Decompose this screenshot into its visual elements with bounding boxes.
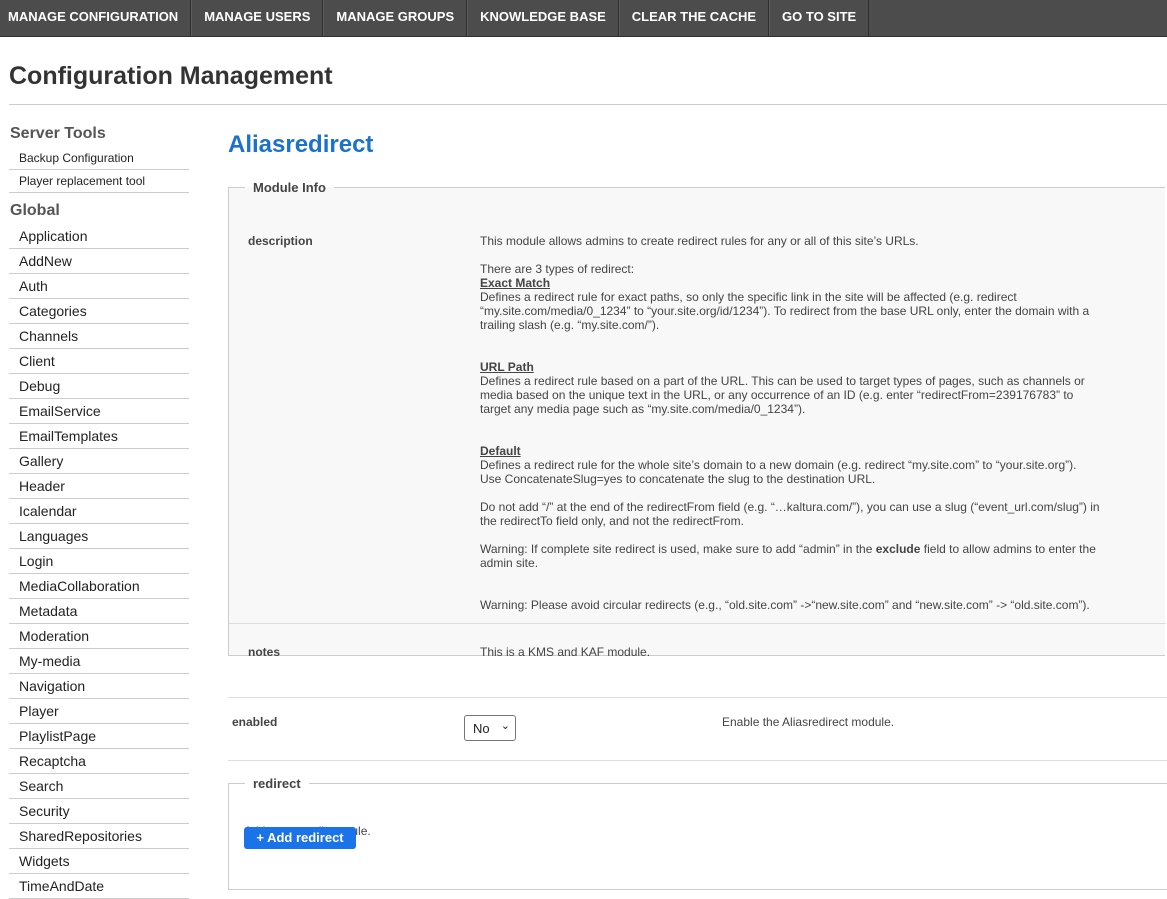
redirect-fieldset: redirect Add a new redirect rule. <box>228 776 1167 890</box>
sidebar-item-header[interactable]: Header <box>9 474 189 499</box>
nav-manage-users[interactable]: MANAGE USERS <box>191 0 324 36</box>
sidebar-item-moderation[interactable]: Moderation <box>9 624 189 649</box>
sidebar-item-languages[interactable]: Languages <box>9 524 189 549</box>
redirect-legend: redirect <box>253 776 301 791</box>
sidebar-item-playlistpage[interactable]: PlaylistPage <box>9 724 189 749</box>
sidebar: Server Tools Backup Configuration Player… <box>9 123 189 899</box>
sidebar-item-auth[interactable]: Auth <box>9 274 189 299</box>
desc-slash-note: Do not add “/” at the end of the redirec… <box>480 500 1100 528</box>
sidebar-item-my-media[interactable]: My-media <box>9 649 189 674</box>
module-info-legend: Module Info <box>253 180 326 195</box>
page-title: Configuration Management <box>9 62 333 90</box>
sidebar-heading-global: Global <box>10 202 60 219</box>
description-label: description <box>248 234 313 248</box>
sidebar-item-recaptcha[interactable]: Recaptcha <box>9 749 189 774</box>
nav-manage-configuration[interactable]: MANAGE CONFIGURATION <box>0 0 192 36</box>
module-info-fieldset: Module Info description This module allo… <box>228 180 1166 659</box>
sidebar-item-search[interactable]: Search <box>9 774 189 799</box>
sidebar-item-widgets[interactable]: Widgets <box>9 849 189 874</box>
desc-default-body: Defines a redirect rule for the whole si… <box>480 458 1077 486</box>
sidebar-item-sharedrepositories[interactable]: SharedRepositories <box>9 824 189 849</box>
sidebar-item-channels[interactable]: Channels <box>9 324 189 349</box>
top-navigation: MANAGE CONFIGURATION MANAGE USERS MANAGE… <box>0 0 1167 37</box>
sidebar-item-player[interactable]: Player <box>9 699 189 724</box>
desc-default-title: Default <box>480 444 521 458</box>
nav-manage-groups[interactable]: MANAGE GROUPS <box>323 0 468 36</box>
sidebar-item-timeanddate[interactable]: TimeAndDate <box>9 874 189 899</box>
desc-exact-body: Defines a redirect rule for exact paths,… <box>480 290 1090 332</box>
notes-label: notes <box>248 645 281 659</box>
sidebar-item-security[interactable]: Security <box>9 799 189 824</box>
sidebar-item-application[interactable]: Application <box>9 224 189 249</box>
desc-path-body: Defines a redirect rule based on a part … <box>480 374 1085 416</box>
sidebar-item-categories[interactable]: Categories <box>9 299 189 324</box>
desc-warning-exclude-pre: Warning: If complete site redirect is us… <box>480 542 876 556</box>
notes-text: This is a KMS and KAF module. <box>480 645 651 659</box>
add-redirect-button[interactable]: + Add redirect <box>244 827 356 849</box>
sidebar-item-emailservice[interactable]: EmailService <box>9 399 189 424</box>
sidebar-item-backup-configuration[interactable]: Backup Configuration <box>9 147 189 170</box>
sidebar-item-login[interactable]: Login <box>9 549 189 574</box>
sidebar-item-client[interactable]: Client <box>9 349 189 374</box>
sidebar-item-emailtemplates[interactable]: EmailTemplates <box>9 424 189 449</box>
sidebar-item-addnew[interactable]: AddNew <box>9 249 189 274</box>
desc-exact-title: Exact Match <box>480 276 551 290</box>
chevron-down-icon: ⌄ <box>500 720 510 732</box>
sidebar-heading-server-tools: Server Tools <box>10 125 106 142</box>
sidebar-item-mediacollaboration[interactable]: MediaCollaboration <box>9 574 189 599</box>
desc-intro: This module allows admins to create redi… <box>480 234 919 248</box>
enabled-select-value: No <box>473 721 490 736</box>
sidebar-item-gallery[interactable]: Gallery <box>9 449 189 474</box>
enabled-select[interactable]: No ⌄ <box>464 715 516 741</box>
sidebar-item-navigation[interactable]: Navigation <box>9 674 189 699</box>
sidebar-global-list: Application AddNew Auth Categories Channels C… <box>9 224 189 899</box>
nav-knowledge-base[interactable]: KNOWLEDGE BASE <box>467 0 619 36</box>
title-divider <box>9 104 1167 105</box>
nav-go-to-site[interactable]: GO TO SITE <box>769 0 870 36</box>
module-title: Aliasredirect <box>228 131 374 158</box>
enabled-row: enabled No ⌄ Enable the Aliasredirect mo… <box>228 697 1167 761</box>
enabled-label: enabled <box>232 715 278 729</box>
sidebar-item-metadata[interactable]: Metadata <box>9 599 189 624</box>
enabled-help: Enable the Aliasredirect module. <box>722 715 895 729</box>
desc-warning-exclude-bold: exclude <box>875 542 921 556</box>
desc-warning-circular: Warning: Please avoid circular redirects… <box>480 598 1090 612</box>
description-text: This module allows admins to create redi… <box>480 234 1100 612</box>
sidebar-item-icalendar[interactable]: Icalendar <box>9 499 189 524</box>
nav-clear-cache[interactable]: CLEAR THE CACHE <box>618 0 770 36</box>
sidebar-item-debug[interactable]: Debug <box>9 374 189 399</box>
desc-warning-exclude: Warning: If complete site redirect is us… <box>480 542 1100 570</box>
desc-types: There are 3 types of redirect: <box>480 262 635 276</box>
sidebar-item-player-replacement-tool[interactable]: Player replacement tool <box>9 170 189 193</box>
desc-path-title: URL Path <box>480 360 534 374</box>
row-divider <box>229 623 1166 624</box>
